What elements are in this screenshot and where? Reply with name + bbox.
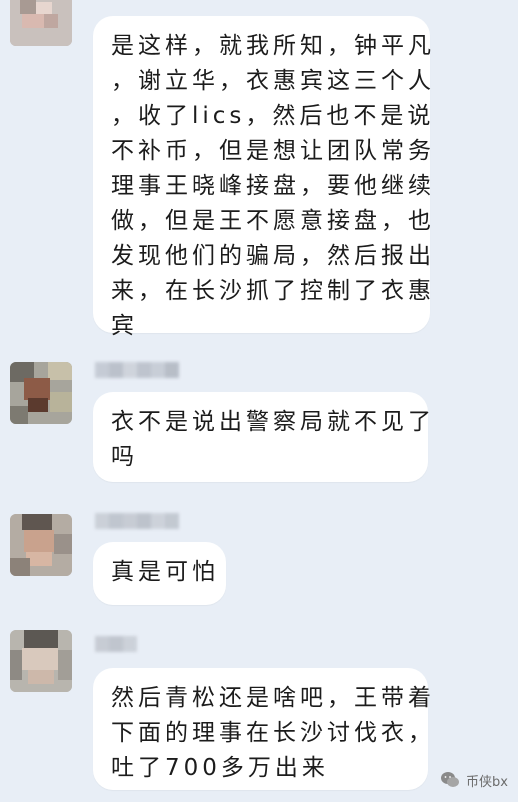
message-line: 发现他们的骗局，然后报出 — [111, 243, 435, 269]
message-bubble[interactable]: 然后青松还是啥吧，王带着 下面的理事在长沙讨伐衣， 吐了700多万出来 — [93, 668, 435, 790]
message-bubble[interactable]: 是这样，就我所知，钟平凡 ，谢立华，衣惠宾这三个人 ，收了lics，然后也不是说… — [93, 16, 435, 339]
sender-avatar[interactable] — [10, 0, 72, 46]
message-line: 吗 — [111, 444, 138, 470]
message-bubble[interactable]: 真是可怕 — [93, 542, 226, 605]
message-line: 然后青松还是啥吧，王带着 — [111, 685, 435, 711]
message-line: 理事王晓峰接盘，要他继续 — [111, 173, 435, 199]
message-line: 衣不是说出警察局就不见了 — [111, 409, 435, 435]
message-bubble[interactable]: 衣不是说出警察局就不见了 吗 — [93, 392, 435, 482]
sender-name — [95, 513, 179, 531]
sender-avatar[interactable] — [10, 362, 72, 424]
message-line: 是这样，就我所知，钟平凡 — [111, 33, 435, 59]
message-line: 宾 — [111, 313, 138, 339]
message-line: 不补币，但是想让团队常务 — [111, 138, 435, 164]
watermark-text: 币侠bx — [466, 774, 508, 790]
watermark: 币侠bx — [440, 770, 508, 790]
sender-name — [95, 362, 179, 380]
message-line: 下面的理事在长沙讨伐衣， — [111, 720, 435, 746]
sender-avatar[interactable] — [10, 630, 72, 692]
message-line: ，谢立华，衣惠宾这三个人 — [111, 68, 435, 94]
message-line: 来，在长沙抓了控制了衣惠 — [111, 278, 435, 304]
sender-avatar[interactable] — [10, 514, 72, 576]
chat-window: 是这样，就我所知，钟平凡 ，谢立华，衣惠宾这三个人 ，收了lics，然后也不是说… — [0, 0, 518, 802]
message-line: 做，但是王不愿意接盘，也 — [111, 208, 435, 234]
message-line: 真是可怕 — [111, 559, 219, 585]
message-line: 吐了700多万出来 — [111, 755, 329, 781]
wechat-logo-icon — [441, 772, 460, 787]
sender-name — [95, 636, 137, 654]
message-line: ，收了lics，然后也不是说 — [111, 103, 435, 129]
